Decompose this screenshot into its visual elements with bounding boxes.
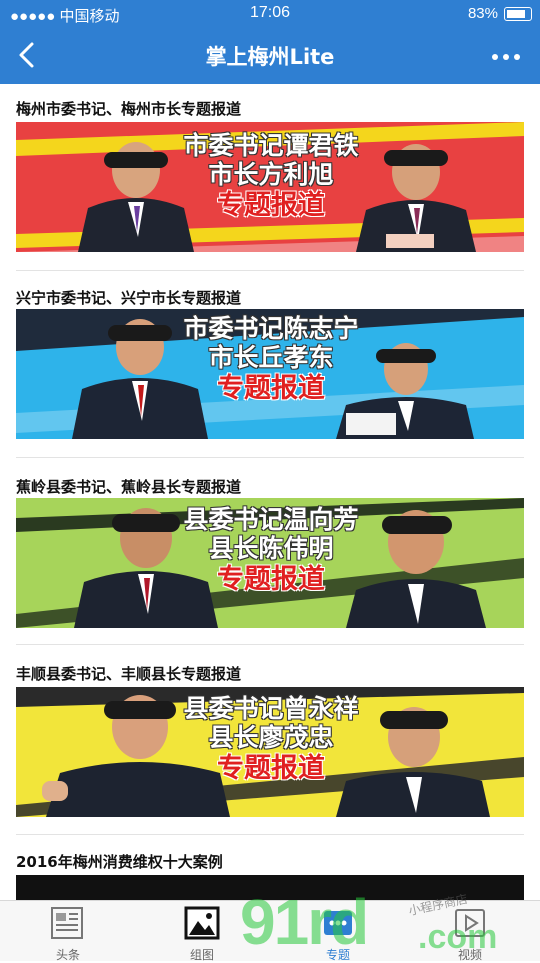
banner-line-2: 县长廖茂忠	[208, 722, 334, 752]
banner-line-3: 专题报道	[217, 752, 325, 784]
watermark-domain: .com	[418, 918, 498, 956]
banner-line-1: 县委书记温向芳	[183, 505, 359, 534]
banner-line-2: 市长方利旭	[208, 159, 334, 189]
banner-line-3: 专题报道	[217, 189, 325, 221]
topic-list: 梅州市委书记、梅州市长专题报道 市委书记谭君铁 市长方利旭 专题报道 兴宁市委书…	[0, 84, 540, 900]
banner-line-3: 专题报道	[217, 372, 325, 404]
tab-headlines[interactable]: 头条	[18, 905, 118, 963]
status-bar: ●●●●● 中国移动 17:06 83%	[0, 0, 540, 28]
item-banner-image[interactable]: 市委书记陈志宁 市长丘孝东 专题报道	[16, 309, 524, 439]
item-headline[interactable]: 梅州市委书记、梅州市长专题报道	[16, 98, 241, 119]
item-headline[interactable]: 蕉岭县委书记、蕉岭县长专题报道	[16, 476, 241, 497]
nav-bar: 掌上梅州Lite	[0, 28, 540, 84]
tab-gallery[interactable]: 组图	[152, 905, 252, 963]
item-headline[interactable]: 2016年梅州消费维权十大案例	[16, 851, 223, 872]
battery-percent: 83%	[467, 5, 498, 22]
banner-line-2: 市长丘孝东	[208, 342, 334, 372]
list-item[interactable]: 丰顺县委书记、丰顺县长专题报道 县委书记曾永祥 县长廖茂忠 专题报道	[0, 645, 540, 835]
picture-icon	[184, 906, 220, 940]
item-headline[interactable]: 兴宁市委书记、兴宁市长专题报道	[16, 287, 241, 308]
watermark-logo: 91rd	[240, 886, 369, 958]
list-item[interactable]: 兴宁市委书记、兴宁市长专题报道 市委书记陈志宁 市长丘孝东 专题报道	[0, 271, 540, 458]
banner-line-1: 市委书记陈志宁	[183, 314, 359, 343]
item-headline[interactable]: 丰顺县委书记、丰顺县长专题报道	[16, 663, 241, 684]
tab-label: 组图	[189, 948, 214, 962]
banner-line-1: 市委书记谭君铁	[183, 131, 359, 160]
item-banner-image[interactable]: 县委书记曾永祥 县长廖茂忠 专题报道	[16, 687, 524, 817]
list-item[interactable]: 梅州市委书记、梅州市长专题报道 市委书记谭君铁 市长方利旭 专题报道	[0, 84, 540, 271]
tab-label: 头条	[55, 948, 80, 962]
banner-line-2: 县长陈伟明	[208, 533, 334, 563]
page-title: 掌上梅州Lite	[205, 45, 335, 69]
item-banner-image[interactable]: 市委书记谭君铁 市长方利旭 专题报道	[16, 122, 524, 252]
clock: 17:06	[249, 4, 291, 21]
list-item[interactable]: 蕉岭县委书记、蕉岭县长专题报道 县委书记温向芳 县长陈伟明 专题报道	[0, 458, 540, 645]
newspaper-icon	[51, 907, 83, 939]
banner-line-3: 专题报道	[217, 563, 325, 595]
item-banner-image[interactable]: 县委书记温向芳 县长陈伟明 专题报道	[16, 498, 524, 628]
more-menu-icon[interactable]	[492, 54, 520, 60]
battery-icon	[504, 6, 532, 21]
banner-line-1: 县委书记曾永祥	[183, 694, 359, 723]
